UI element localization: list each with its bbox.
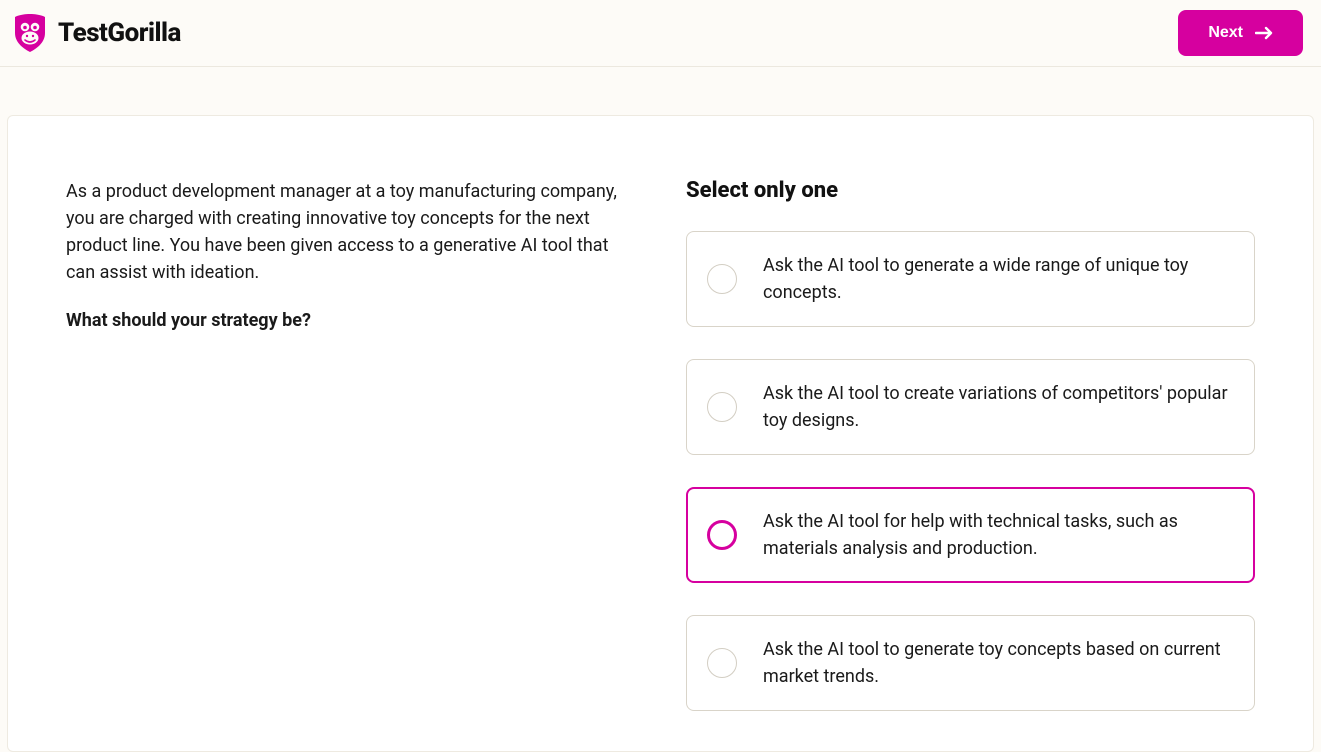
answer-instruction: Select only one <box>686 178 1255 203</box>
answer-column: Select only one Ask the AI tool to gener… <box>686 178 1255 711</box>
answer-options: Ask the AI tool to generate a wide range… <box>686 231 1255 711</box>
question-card: As a product development manager at a to… <box>7 115 1314 752</box>
answer-option-label: Ask the AI tool for help with technical … <box>763 508 1230 562</box>
arrow-right-icon <box>1255 26 1273 40</box>
answer-option-0[interactable]: Ask the AI tool to generate a wide range… <box>686 231 1255 327</box>
answer-option-2[interactable]: Ask the AI tool for help with technical … <box>686 487 1255 583</box>
brand-name: TestGorilla <box>58 18 181 48</box>
brand-logo: TestGorilla <box>12 13 181 53</box>
answer-option-3[interactable]: Ask the AI tool to generate toy concepts… <box>686 615 1255 711</box>
radio-icon <box>707 520 737 550</box>
next-button-label: Next <box>1208 24 1243 42</box>
answer-option-label: Ask the AI tool to create variations of … <box>763 380 1230 434</box>
gorilla-shield-icon <box>12 13 48 53</box>
next-button[interactable]: Next <box>1178 10 1303 56</box>
question-prompt: As a product development manager at a to… <box>66 178 626 286</box>
question-ask: What should your strategy be? <box>66 310 626 331</box>
answer-option-1[interactable]: Ask the AI tool to create variations of … <box>686 359 1255 455</box>
app-header: TestGorilla Next <box>0 0 1321 67</box>
question-prompt-column: As a product development manager at a to… <box>66 178 626 711</box>
answer-option-label: Ask the AI tool to generate a wide range… <box>763 252 1230 306</box>
radio-icon <box>707 648 737 678</box>
answer-option-label: Ask the AI tool to generate toy concepts… <box>763 636 1230 690</box>
radio-icon <box>707 264 737 294</box>
radio-icon <box>707 392 737 422</box>
